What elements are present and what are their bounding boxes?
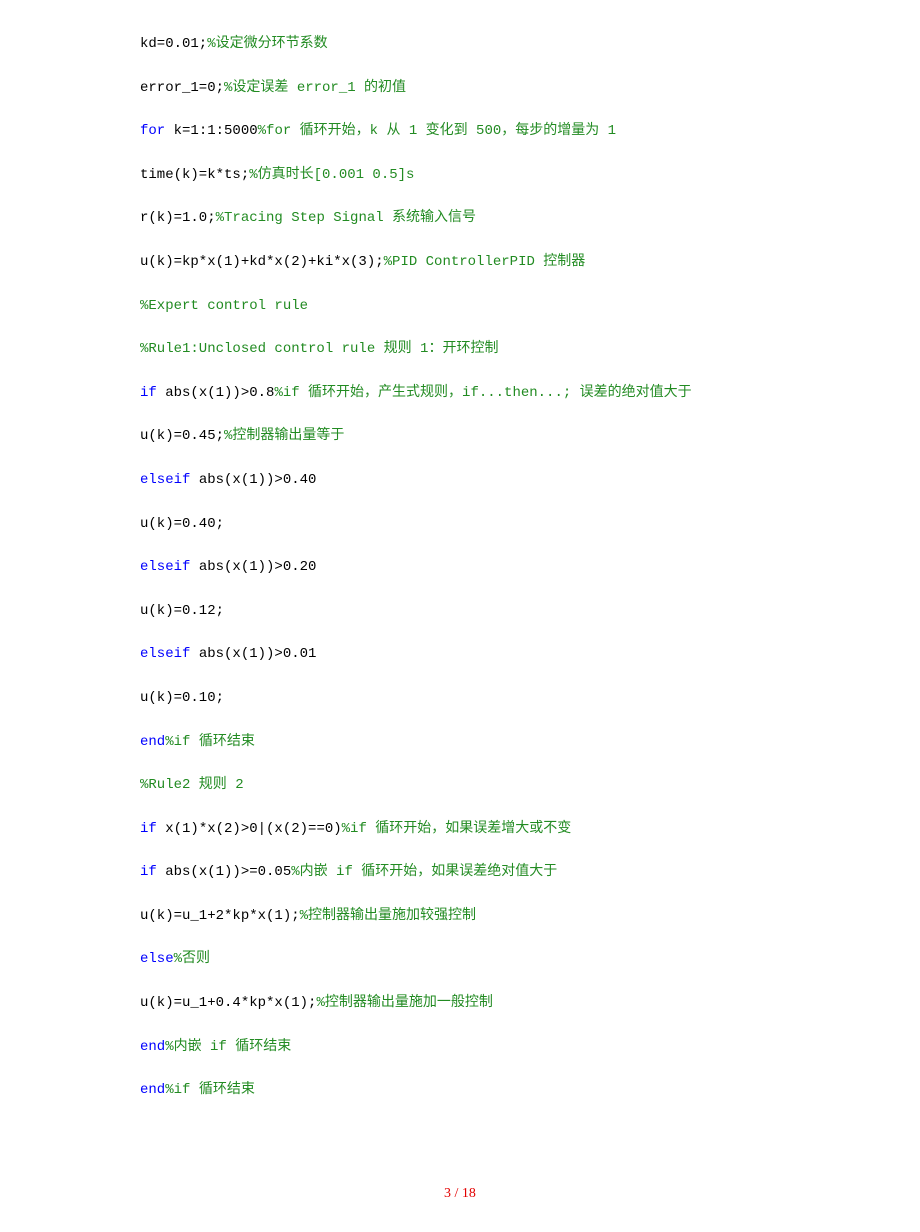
code-segment-comment: %if 循环结束 xyxy=(165,734,255,750)
code-line: u(k)=kp*x(1)+kd*x(2)+ki*x(3);%PID Contro… xyxy=(140,253,780,273)
code-line: %Rule1:Unclosed control rule 规则 1：开环控制 xyxy=(140,340,780,360)
code-line: error_1=0;%设定误差 error_1 的初值 xyxy=(140,79,780,99)
code-segment-comment: %控制器输出量施加一般控制 xyxy=(316,995,492,1011)
code-line: r(k)=1.0;%Tracing Step Signal 系统输入信号 xyxy=(140,209,780,229)
code-line: kd=0.01;%设定微分环节系数 xyxy=(140,35,780,55)
code-segment-keyword: end xyxy=(140,1039,165,1055)
code-line: end%if 循环结束 xyxy=(140,733,780,753)
code-segment-comment: %Expert control rule xyxy=(140,298,308,314)
code-segment-keyword: for xyxy=(140,123,165,139)
code-line: u(k)=u_1+2*kp*x(1);%控制器输出量施加较强控制 xyxy=(140,907,780,927)
code-segment-plain: r(k)=1.0; xyxy=(140,210,216,226)
code-line: u(k)=u_1+0.4*kp*x(1);%控制器输出量施加一般控制 xyxy=(140,994,780,1014)
code-line: elseif abs(x(1))>0.01 xyxy=(140,645,780,665)
code-segment-plain: abs(x(1))>0.20 xyxy=(190,559,316,575)
code-segment-plain: u(k)=u_1+2*kp*x(1); xyxy=(140,908,300,924)
code-line: end%if 循环结束 xyxy=(140,1081,780,1101)
code-segment-plain: u(k)=0.12; xyxy=(140,603,224,619)
code-segment-plain: error_1=0; xyxy=(140,80,224,96)
code-line: if abs(x(1))>=0.05%内嵌 if 循环开始，如果误差绝对值大于 xyxy=(140,863,780,883)
code-segment-plain: kd=0.01; xyxy=(140,36,207,52)
code-line: for k=1:1:5000%for 循环开始，k 从 1 变化到 500，每步… xyxy=(140,122,780,142)
code-segment-plain: time(k)=k*ts; xyxy=(140,167,249,183)
code-segment-plain: abs(x(1))>0.01 xyxy=(190,646,316,662)
code-line: if abs(x(1))>0.8%if 循环开始，产生式规则，if...then… xyxy=(140,384,780,404)
code-segment-plain: k=1:1:5000 xyxy=(165,123,257,139)
code-segment-plain: u(k)=kp*x(1)+kd*x(2)+ki*x(3); xyxy=(140,254,384,270)
code-line: %Rule2 规则 2 xyxy=(140,776,780,796)
code-segment-keyword: if xyxy=(140,864,157,880)
code-segment-keyword: end xyxy=(140,734,165,750)
code-segment-keyword: if xyxy=(140,821,157,837)
code-line: else%否则 xyxy=(140,950,780,970)
code-segment-keyword: if xyxy=(140,385,157,401)
code-segment-comment: %控制器输出量等于 xyxy=(224,428,344,444)
code-segment-plain: abs(x(1))>0.40 xyxy=(190,472,316,488)
code-segment-plain: abs(x(1))>0.8 xyxy=(157,385,275,401)
code-line: u(k)=0.45;%控制器输出量等于 xyxy=(140,427,780,447)
code-segment-comment: %内嵌 if 循环结束 xyxy=(165,1039,291,1055)
code-line: end%内嵌 if 循环结束 xyxy=(140,1038,780,1058)
page-number: 3 / 18 xyxy=(0,1184,920,1204)
code-segment-comment: %控制器输出量施加较强控制 xyxy=(300,908,476,924)
code-segment-comment: %否则 xyxy=(174,951,210,967)
code-segment-comment: %PID ControllerPID 控制器 xyxy=(384,254,586,270)
code-line: time(k)=k*ts;%仿真时长[0.001 0.5]s xyxy=(140,166,780,186)
code-segment-keyword: end xyxy=(140,1082,165,1098)
code-line: if x(1)*x(2)>0|(x(2)==0)%if 循环开始，如果误差增大或… xyxy=(140,820,780,840)
code-segment-keyword: else xyxy=(140,951,174,967)
code-segment-comment: %if 循环开始，产生式规则，if...then...; 误差的绝对值大于 xyxy=(274,385,691,401)
code-segment-plain: u(k)=0.10; xyxy=(140,690,224,706)
code-line: u(k)=0.12; xyxy=(140,602,780,622)
code-segment-comment: %Rule1:Unclosed control rule 规则 1：开环控制 xyxy=(140,341,498,357)
code-segment-comment: %if 循环开始，如果误差增大或不变 xyxy=(342,821,572,837)
code-segment-plain: u(k)=u_1+0.4*kp*x(1); xyxy=(140,995,316,1011)
code-content: kd=0.01;%设定微分环节系数 error_1=0;%设定误差 error_1… xyxy=(0,0,920,1101)
code-segment-comment: %Rule2 规则 2 xyxy=(140,777,244,793)
code-segment-comment: %for 循环开始，k 从 1 变化到 500，每步的增量为 1 xyxy=(258,123,616,139)
code-segment-comment: %if 循环结束 xyxy=(165,1082,255,1098)
code-line: elseif abs(x(1))>0.40 xyxy=(140,471,780,491)
code-line: u(k)=0.10; xyxy=(140,689,780,709)
code-segment-comment: %设定误差 error_1 的初值 xyxy=(224,80,406,96)
code-segment-comment: %设定微分环节系数 xyxy=(207,36,327,52)
code-segment-plain: abs(x(1))>=0.05 xyxy=(157,864,291,880)
code-segment-keyword: elseif xyxy=(140,472,190,488)
code-segment-keyword: elseif xyxy=(140,646,190,662)
code-segment-comment: %内嵌 if 循环开始，如果误差绝对值大于 xyxy=(291,864,557,880)
code-segment-plain: u(k)=0.40; xyxy=(140,516,224,532)
code-line: %Expert control rule xyxy=(140,297,780,317)
code-segment-plain: x(1)*x(2)>0|(x(2)==0) xyxy=(157,821,342,837)
code-segment-plain: u(k)=0.45; xyxy=(140,428,224,444)
code-segment-comment: %仿真时长[0.001 0.5]s xyxy=(249,167,414,183)
code-line: u(k)=0.40; xyxy=(140,515,780,535)
code-segment-keyword: elseif xyxy=(140,559,190,575)
code-line: elseif abs(x(1))>0.20 xyxy=(140,558,780,578)
code-segment-comment: %Tracing Step Signal 系统输入信号 xyxy=(216,210,476,226)
